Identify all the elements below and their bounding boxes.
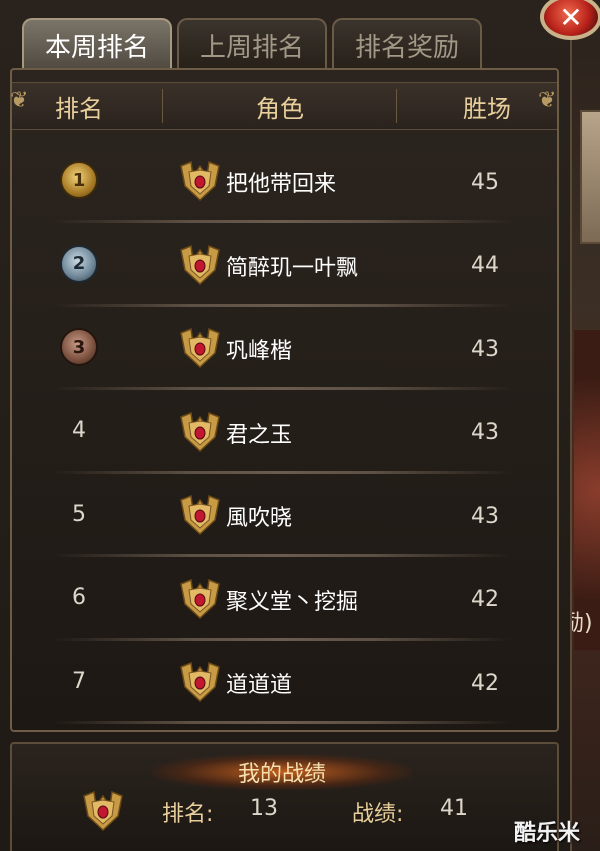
wins-cell: 42 [471,587,499,612]
table-row: 4 君之玉 43 [12,391,557,474]
player-name[interactable]: 道道道 [226,663,292,703]
my-score-label: 战绩: [352,802,404,827]
rank-cell: 3 [52,327,106,367]
player-name[interactable]: 風吹晓 [226,496,292,536]
ranking-table: 排名 角色 胜场 ❦ ❦ 1 把他带回来 45 2 简醉玑一叶飘 44 3 巩峰楷 43 4 君之玉… [10,68,559,732]
rank-cell: 6 [72,585,86,610]
corner-ornament-left: ❦ [10,88,29,113]
wins-cell: 43 [471,420,499,445]
player-emblem-icon [180,244,220,285]
close-icon: ✕ [559,0,583,34]
table-row: 5 風吹晓 43 [12,474,557,557]
table-row: 6 聚义堂丶挖掘 42 [12,558,557,641]
player-emblem-icon [180,661,220,703]
player-emblem-icon [83,790,123,832]
ranking-panel: 本周排名 上周排名 排名奖励 排名 角色 胜场 ❦ ❦ 1 把他带回来 45 2 简醉玑… [0,0,572,851]
my-record-box: 我的战绩 排名: 13 战绩: 41 [10,742,559,851]
player-emblem-icon [180,411,220,452]
background-frame [580,110,600,244]
player-emblem-icon [180,578,220,619]
table-row: 2 简醉玑一叶飘 44 [12,224,557,307]
corner-ornament-right: ❦ [538,88,557,113]
header-wins: 胜场 [463,94,511,123]
wins-cell: 43 [471,503,499,529]
header-role: 角色 [256,94,304,123]
wins-cell: 42 [471,670,499,696]
table-row: 1 把他带回来 45 [12,140,557,223]
player-emblem-icon [180,160,220,202]
tab-last-week[interactable]: 上周排名 [177,18,327,70]
bronze-medal-icon: 3 [60,328,98,366]
wins-cell: 45 [471,169,499,195]
header-divider [162,89,163,123]
player-emblem-icon [180,494,220,536]
player-name[interactable]: 聚义堂丶挖掘 [226,580,358,620]
rank-cell: 4 [72,418,86,443]
tab-this-week[interactable]: 本周排名 [22,18,172,70]
player-name[interactable]: 巩峰楷 [226,329,292,369]
my-record-title: 我的战绩 [237,762,326,787]
player-name[interactable]: 君之玉 [226,413,292,453]
row-divider [52,721,512,724]
player-name[interactable]: 把他带回来 [226,162,336,202]
table-header: 排名 角色 胜场 [12,82,557,130]
rank-cell: 7 [72,668,86,694]
rank-cell: 1 [52,160,106,200]
player-name[interactable]: 简醉玑一叶飘 [226,246,358,286]
my-score-value: 41 [440,796,468,821]
header-divider [396,89,397,123]
rank-cell: 2 [52,244,106,284]
table-row: 3 巩峰楷 43 [12,307,557,390]
tab-rank-rewards[interactable]: 排名奖励 [332,18,482,70]
silver-medal-icon: 2 [60,244,98,283]
wins-cell: 43 [471,336,499,362]
player-emblem-icon [180,327,220,369]
rank-cell: 5 [72,501,86,527]
background-art [574,330,600,650]
gold-medal-icon: 1 [60,161,98,199]
wins-cell: 44 [471,253,499,278]
my-rank-label: 排名: [162,802,214,827]
table-row: 7 道道道 42 [12,641,557,724]
watermark: 酷乐米 [514,821,581,846]
my-rank-value: 13 [250,796,278,821]
header-rank: 排名 [55,94,103,123]
